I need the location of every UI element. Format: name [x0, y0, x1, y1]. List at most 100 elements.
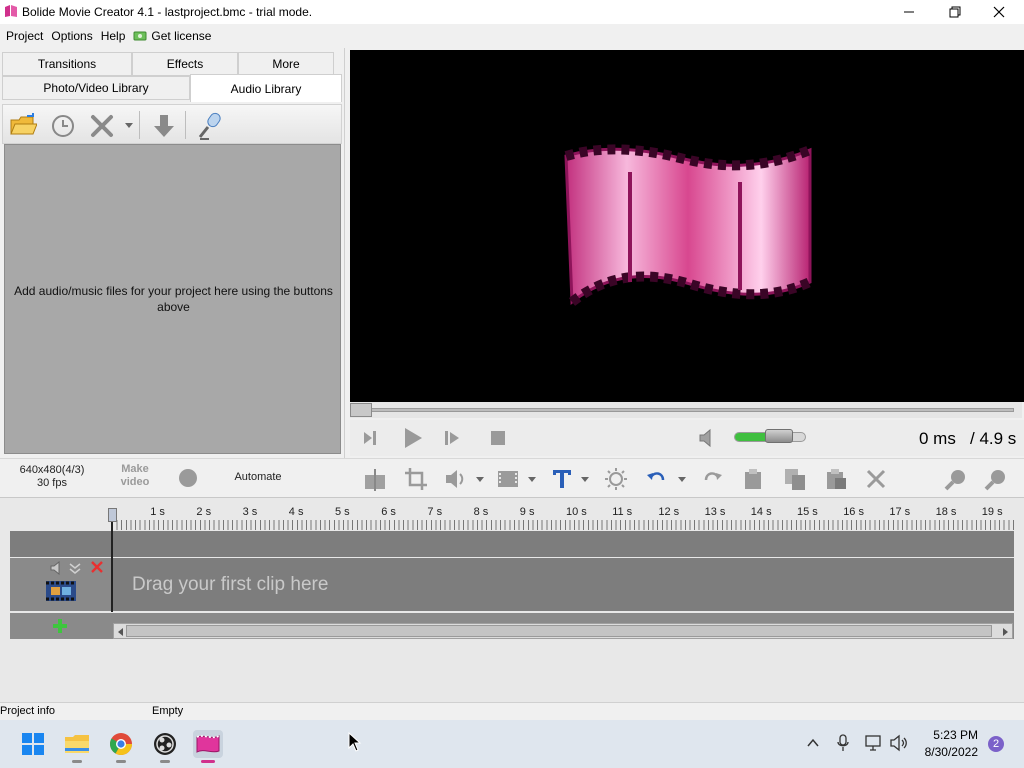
track-mute-icon[interactable] [50, 560, 64, 578]
video-track-row[interactable]: Drag your first clip here [10, 558, 1014, 611]
remove-dropdown-arrow[interactable] [125, 123, 133, 128]
automate-button[interactable]: Automate [228, 471, 288, 483]
audio-library-hint: Add audio/music files for your project h… [14, 284, 333, 314]
total-duration: / 4.9 s [970, 429, 1017, 448]
speaker-icon [890, 734, 907, 752]
menu-project[interactable]: Project [2, 29, 47, 43]
record-button[interactable] [178, 468, 198, 491]
crop-icon[interactable] [404, 467, 428, 491]
mute-button[interactable] [698, 428, 718, 451]
tab-more[interactable]: More [238, 52, 334, 76]
open-folder-icon[interactable] [9, 112, 38, 141]
tab-transitions[interactable]: Transitions [2, 52, 132, 76]
running-indicator [116, 760, 126, 763]
play-button[interactable] [402, 426, 424, 453]
track-header [10, 558, 111, 611]
zoom-out-icon[interactable] [984, 467, 1008, 491]
ruler-tick-label: 5 s [335, 506, 350, 518]
text-icon[interactable] [550, 467, 574, 491]
microphone-icon[interactable] [195, 111, 225, 144]
timeline-scrollbar[interactable] [113, 623, 1013, 639]
speaker-icon [699, 428, 711, 448]
remove-icon[interactable] [89, 113, 115, 142]
audio-library-dropzone[interactable]: Add audio/music files for your project h… [4, 144, 341, 454]
tab-photo-video-library[interactable]: Photo/Video Library [2, 76, 190, 100]
tab-effects[interactable]: Effects [132, 52, 238, 76]
scrollbar-thumb[interactable] [126, 625, 992, 637]
playhead-handle[interactable] [108, 508, 117, 522]
mouse-cursor-icon [348, 732, 362, 752]
paste-clip-icon[interactable] [824, 467, 848, 491]
scroll-right-icon[interactable] [1002, 626, 1010, 640]
chrome-taskbar-button[interactable] [106, 730, 136, 763]
undo-dropdown-arrow[interactable] [678, 477, 686, 482]
filmstrip-icon[interactable] [496, 467, 520, 491]
minimize-icon [904, 11, 914, 13]
license-icon [133, 31, 147, 41]
redo-icon[interactable] [700, 467, 724, 491]
track-remove-icon[interactable] [90, 560, 104, 577]
zoom-in-icon[interactable] [944, 467, 968, 491]
app-icon [4, 4, 18, 21]
split-icon[interactable] [363, 467, 387, 491]
menu-options[interactable]: Options [47, 29, 96, 43]
project-state-status: Empty [152, 705, 184, 717]
resolution-label[interactable]: 640x480(4/3) [14, 464, 90, 476]
microphone-tray-icon[interactable] [836, 734, 850, 755]
ruler-ticks [112, 520, 1014, 530]
play-icon [405, 428, 422, 448]
volume-tray-icon[interactable] [889, 734, 909, 755]
close-button[interactable] [976, 0, 1022, 24]
ruler-tick-label: 6 s [381, 506, 396, 518]
stop-button[interactable] [490, 430, 506, 449]
obs-taskbar-button[interactable] [150, 730, 180, 763]
audio-track-row[interactable] [10, 531, 1014, 557]
move-down-icon[interactable] [151, 113, 177, 142]
volume-thumb[interactable] [765, 429, 793, 443]
next-frame-button[interactable] [442, 429, 462, 450]
brightness-icon[interactable] [604, 467, 628, 491]
network-tray-icon[interactable] [864, 734, 882, 755]
audio-volume-icon[interactable] [444, 467, 468, 491]
seek-bar[interactable] [350, 402, 1022, 418]
maximize-button[interactable] [932, 0, 978, 24]
file-explorer-taskbar-button[interactable] [62, 730, 92, 763]
audio-dropdown-arrow[interactable] [476, 477, 484, 482]
ruler-tick-label: 7 s [427, 506, 443, 518]
bolide-taskbar-button[interactable] [193, 730, 223, 763]
get-license-button[interactable]: Get license [129, 29, 215, 43]
windows-icon [22, 733, 44, 755]
menu-help[interactable]: Help [97, 29, 130, 43]
running-indicator [160, 760, 170, 763]
delete-clip-icon[interactable] [864, 467, 888, 491]
start-button[interactable] [18, 730, 48, 758]
undo-icon[interactable] [645, 467, 669, 491]
make-video-button[interactable]: Make video [112, 463, 158, 489]
window-title: Bolide Movie Creator 4.1 - lastproject.b… [22, 5, 313, 19]
text-dropdown-arrow[interactable] [581, 477, 589, 482]
minimize-button[interactable] [886, 0, 932, 24]
notification-badge[interactable]: 2 [988, 736, 1004, 752]
copy-clip-icon[interactable] [783, 467, 807, 491]
fps-label[interactable]: 30 fps [14, 477, 90, 489]
recent-history-icon[interactable] [50, 113, 76, 142]
previous-frame-button[interactable] [362, 429, 382, 450]
ruler-tick-label: 1 s [150, 506, 165, 518]
seek-thumb[interactable] [350, 403, 372, 417]
clock-date[interactable]: 8/30/2022 [912, 745, 978, 759]
step-back-icon [364, 431, 376, 445]
video-track-icon [45, 580, 77, 605]
scroll-left-icon[interactable] [116, 626, 124, 640]
ruler-tick-label: 16 s [843, 506, 864, 518]
ruler-tick-label: 11 s [612, 506, 633, 518]
cut-clip-icon[interactable] [742, 467, 766, 491]
volume-slider[interactable] [734, 429, 806, 443]
ruler-tick-label: 2 s [196, 506, 212, 518]
tab-audio-library[interactable]: Audio Library [190, 74, 342, 102]
add-track-icon[interactable] [52, 618, 68, 637]
edit-toolbar: 640x480(4/3) 30 fps Make video Automate [0, 458, 1024, 496]
show-hidden-icons-button[interactable] [806, 736, 820, 753]
clock-time[interactable]: 5:23 PM [928, 728, 978, 742]
filmstrip-dropdown-arrow[interactable] [528, 477, 536, 482]
track-collapse-icon[interactable] [68, 561, 82, 578]
